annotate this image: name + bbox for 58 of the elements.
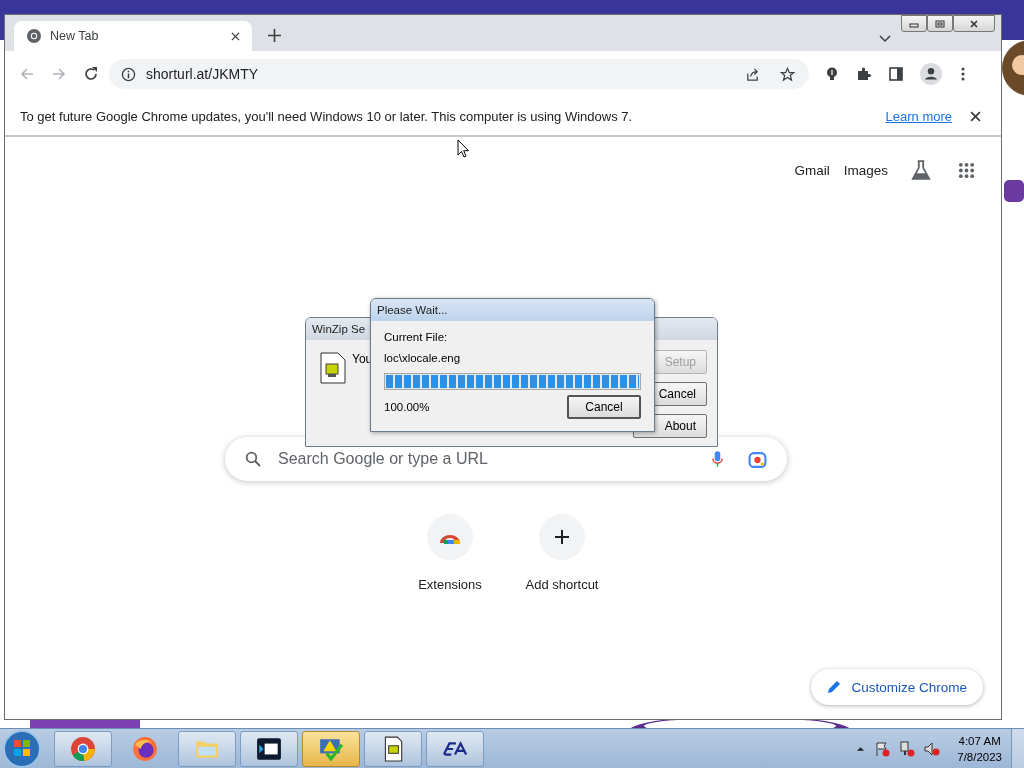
close-button[interactable] <box>953 15 995 32</box>
reload-icon[interactable] <box>83 66 99 82</box>
fox-icon <box>132 735 158 762</box>
network-icon[interactable] <box>899 740 916 757</box>
customize-chrome-button[interactable]: Customize Chrome <box>811 669 983 705</box>
rainbow-icon <box>426 513 474 561</box>
taskbar-button[interactable] <box>426 730 484 767</box>
camera-icon[interactable] <box>748 449 767 469</box>
shortcut-tile[interactable]: Add shortcut <box>510 513 614 592</box>
taskbar-button[interactable] <box>364 730 422 767</box>
progress-percent: 100.00% <box>384 401 430 413</box>
chevron-up-icon[interactable] <box>856 745 866 752</box>
puzzle-icon[interactable] <box>856 66 872 82</box>
file-name: loc\xlocale.eng <box>384 352 462 364</box>
document-icon <box>320 352 346 384</box>
cursor-icon <box>457 139 469 158</box>
microphone-icon[interactable] <box>712 450 723 468</box>
shortcut-tile[interactable]: Extensions <box>398 513 502 592</box>
search-icon <box>245 451 261 467</box>
plus-icon <box>538 513 586 561</box>
search-field[interactable]: Search Google or type a URL <box>276 449 697 469</box>
browser-tab[interactable]: New Tab <box>14 21 252 51</box>
minimize-button[interactable] <box>901 15 927 32</box>
learn-more-link[interactable]: Learn more <box>885 108 952 124</box>
pencil-icon <box>827 680 842 694</box>
chrome-icon <box>26 28 42 44</box>
profile-icon[interactable] <box>920 63 942 85</box>
speaker-muted-icon[interactable] <box>924 740 941 757</box>
star-icon[interactable] <box>780 66 795 82</box>
apps-grid-icon[interactable] <box>958 161 975 179</box>
plus-icon[interactable] <box>268 29 281 42</box>
flask-icon[interactable] <box>910 159 932 181</box>
lightbulb-icon[interactable] <box>824 66 840 82</box>
flag-icon[interactable] <box>874 740 891 757</box>
current-file-label: Current File: <box>384 331 449 343</box>
restore-icon <box>935 19 945 28</box>
url-text: shorturl.at/JKMTY <box>146 66 259 82</box>
close-icon[interactable] <box>231 31 240 41</box>
tab-title: New Tab <box>50 29 100 43</box>
cancel-button[interactable]: Cancel <box>567 395 641 419</box>
clock[interactable]: 4:07 AM 7/8/2023 <box>957 732 1002 765</box>
chrome-icon <box>70 735 96 762</box>
chevron-down-icon[interactable] <box>879 35 891 43</box>
close-icon[interactable] <box>970 110 981 122</box>
start-button[interactable] <box>2 728 42 768</box>
film-icon <box>256 735 282 762</box>
address-bar[interactable]: shorturl.at/JKMTY <box>109 59 809 89</box>
close-icon <box>969 19 979 28</box>
header-link[interactable]: Gmail <box>794 162 830 178</box>
share-icon[interactable] <box>745 66 760 82</box>
window-title: WinZip Se <box>312 323 366 335</box>
window-title: Please Wait... <box>377 304 448 316</box>
header-link[interactable]: Images <box>843 162 888 178</box>
side-panel-icon[interactable] <box>888 66 904 82</box>
maximize-button[interactable] <box>927 15 953 32</box>
info-icon[interactable] <box>121 66 136 82</box>
infobar-message: To get future Google Chrome updates, you'll need Windows 10 or later. This computer is using Windows 7. <box>20 108 634 124</box>
taskbar-button[interactable] <box>240 730 298 767</box>
